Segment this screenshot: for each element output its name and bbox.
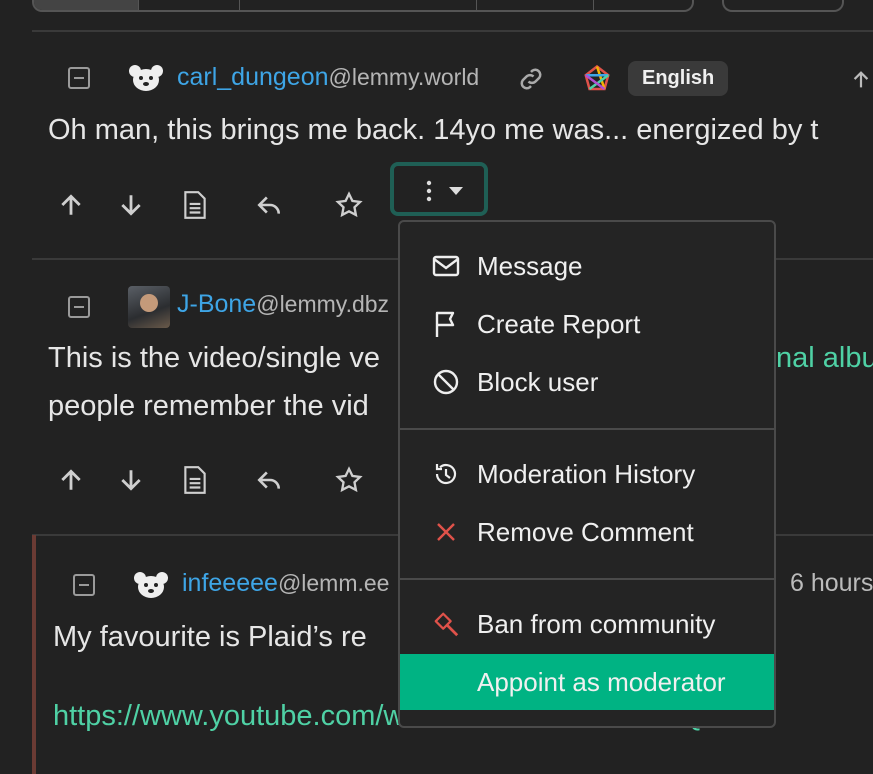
star-icon[interactable] <box>335 466 363 494</box>
x-icon <box>432 518 460 546</box>
comment-author[interactable]: infeeeee@lemm.ee <box>182 569 389 598</box>
menu-separator <box>400 578 774 580</box>
collapse-icon[interactable] <box>68 296 90 318</box>
comment-text: Oh man, this brings me back. 14yo me was… <box>48 114 819 146</box>
menu-item-message[interactable]: Message <box>400 238 774 294</box>
filter-button[interactable] <box>722 0 844 12</box>
view-source-icon[interactable] <box>182 190 208 220</box>
divider <box>32 30 873 32</box>
comment-author[interactable]: J-Bone@lemmy.dbz <box>177 290 389 319</box>
menu-item-remove-comment[interactable]: Remove Comment <box>400 504 774 560</box>
downvote-icon[interactable] <box>118 192 144 218</box>
more-actions-menu: Message Create Report Block user Moderat… <box>398 220 776 728</box>
avatar <box>128 286 170 328</box>
hammer-icon <box>432 610 460 638</box>
link-icon[interactable] <box>516 64 546 94</box>
language-badge: English <box>628 61 729 96</box>
sort-tab[interactable] <box>594 0 692 10</box>
sort-tab[interactable] <box>477 0 594 10</box>
comment-link[interactable]: nal albu <box>776 342 873 375</box>
fediverse-icon <box>584 64 610 91</box>
avatar <box>134 572 168 598</box>
arrow-up-icon[interactable] <box>850 68 872 92</box>
reply-icon[interactable] <box>255 467 283 493</box>
comment-text: My favourite is Plaid’s re <box>53 621 367 653</box>
menu-item-ban-from-community[interactable]: Ban from community <box>400 596 774 652</box>
avatar-face <box>140 294 158 312</box>
comment-author[interactable]: carl_dungeon@lemmy.world <box>177 63 479 92</box>
menu-item-block-user[interactable]: Block user <box>400 354 774 410</box>
comment-thread-bar <box>32 535 36 774</box>
sort-tab[interactable] <box>139 0 240 10</box>
avatar <box>129 65 163 91</box>
upvote-icon[interactable] <box>58 467 84 493</box>
sort-tab-active[interactable] <box>34 0 139 10</box>
comment-text: This is the video/single ve <box>48 342 381 374</box>
view-source-icon[interactable] <box>182 465 208 495</box>
collapse-icon[interactable] <box>73 574 95 596</box>
comment-time[interactable]: 6 hours <box>790 569 873 598</box>
menu-item-moderation-history[interactable]: Moderation History <box>400 446 774 502</box>
sort-tab[interactable] <box>240 0 477 10</box>
comment-text-line2: people remember the vid <box>48 390 369 422</box>
more-actions-button[interactable] <box>390 162 488 216</box>
dots-vertical-icon <box>426 180 432 202</box>
upvote-icon[interactable] <box>58 192 84 218</box>
menu-separator <box>400 428 774 430</box>
reply-icon[interactable] <box>255 192 283 218</box>
block-icon <box>432 368 460 396</box>
menu-item-appoint-moderator[interactable]: Appoint as moderator <box>400 654 774 710</box>
menu-item-create-report[interactable]: Create Report <box>400 296 774 352</box>
history-icon <box>432 460 460 488</box>
downvote-icon[interactable] <box>118 467 144 493</box>
flag-icon <box>432 310 460 338</box>
sort-tabs[interactable] <box>32 0 694 12</box>
envelope-icon <box>432 252 460 280</box>
star-icon[interactable] <box>335 191 363 219</box>
chevron-down-icon <box>449 187 463 195</box>
collapse-icon[interactable] <box>68 67 90 89</box>
